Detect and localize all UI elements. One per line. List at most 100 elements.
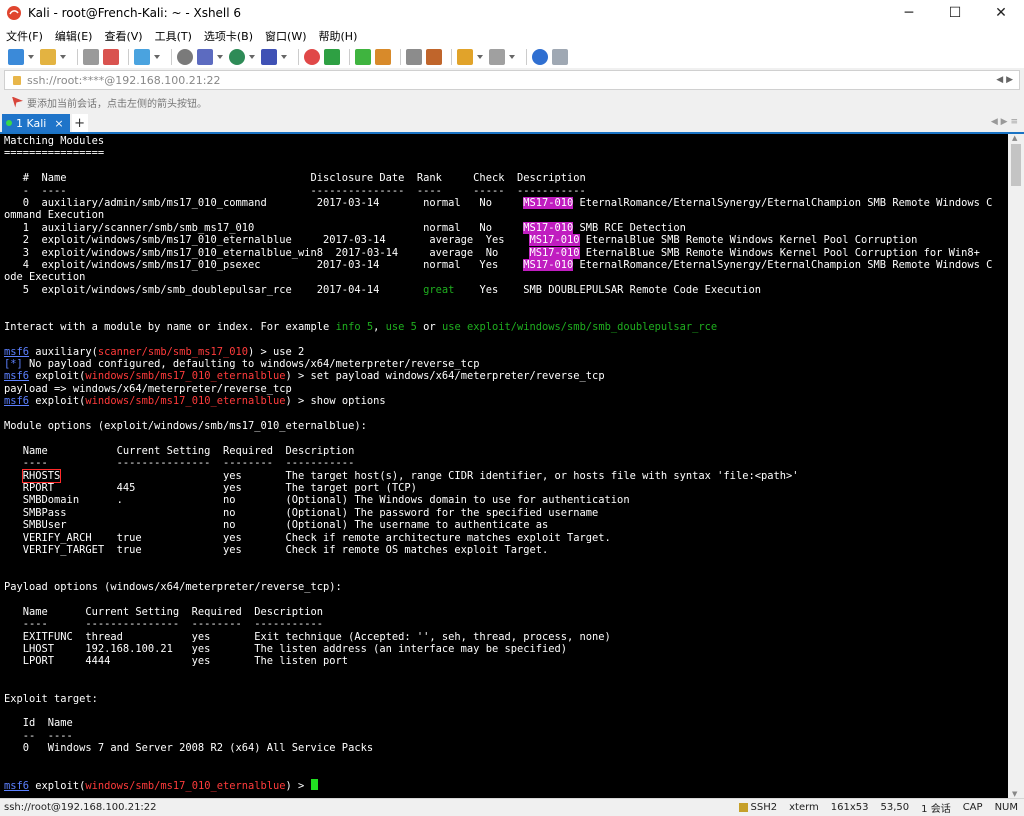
- dropdown-caret-icon[interactable]: [154, 55, 160, 59]
- xftp-icon[interactable]: [324, 49, 340, 65]
- menu-view[interactable]: 查看(V): [98, 28, 148, 44]
- maximize-button[interactable]: ☐: [932, 0, 978, 26]
- terminal-line: LHOST 192.168.100.21 yes The listen addr…: [0, 643, 1008, 655]
- keyboard-icon[interactable]: [406, 49, 422, 65]
- dropdown-caret-icon[interactable]: [281, 55, 287, 59]
- terminal-line: ---- --------------- -------- ----------…: [0, 457, 1008, 469]
- terminal-text: windows/smb/ms17_010_eternalblue: [85, 395, 286, 408]
- font-icon[interactable]: [261, 49, 277, 65]
- terminal-output[interactable]: Matching Modules ================ # Name …: [0, 134, 1008, 798]
- hint-text: 要添加当前会话，点击左侧的箭头按钮。: [27, 98, 207, 110]
- terminal-text: ode Execution: [4, 271, 86, 284]
- terminal-text: Name Current Setting Required Descriptio…: [4, 444, 355, 457]
- close-button[interactable]: ✕: [978, 0, 1024, 26]
- terminal-text: - ---- --------------- ---- ----- ------…: [4, 184, 586, 197]
- globe-icon[interactable]: [229, 49, 245, 65]
- dropdown-caret-icon[interactable]: [217, 55, 223, 59]
- toolbar-separator: [451, 49, 452, 65]
- terminal-line: msf6 exploit(windows/smb/ms17_010_eterna…: [0, 370, 1008, 382]
- menu-tabs[interactable]: 选项卡(B): [198, 28, 259, 44]
- terminal-text: ================: [4, 147, 105, 160]
- tab-nav-icon[interactable]: ◀ ▶ ≡: [991, 117, 1018, 127]
- layout-icon[interactable]: [489, 49, 505, 65]
- terminal-text: windows/smb/ms17_010_eternalblue: [85, 780, 286, 793]
- terminal-line: Id Name: [0, 717, 1008, 729]
- terminal-text: exploit(: [29, 395, 86, 408]
- arrow-pointer-icon[interactable]: [12, 96, 23, 108]
- chat-icon[interactable]: [552, 49, 568, 65]
- disconnect-icon[interactable]: [103, 49, 119, 65]
- terminal-text: Payload options (windows/x64/meterpreter…: [4, 581, 342, 594]
- scroll-up-icon[interactable]: ▲: [1012, 134, 1017, 142]
- scrollbar-thumb[interactable]: [1011, 144, 1021, 186]
- terminal-line: VERIFY_TARGET true yes Check if remote O…: [0, 544, 1008, 556]
- minimize-button[interactable]: ─: [886, 0, 932, 26]
- title-bar: Kali - root@French-Kali: ~ - Xshell 6 ─ …: [0, 0, 1024, 26]
- address-nav-icon[interactable]: ◀ ▶: [996, 75, 1013, 85]
- terminal-text: SMBUser no (Optional) The username to au…: [4, 519, 549, 532]
- menu-file[interactable]: 文件(F): [0, 28, 49, 44]
- lock-icon[interactable]: [375, 49, 391, 65]
- terminal-line: payload => windows/x64/meterpreter/rever…: [0, 383, 1008, 395]
- terminal-line: VERIFY_ARCH true yes Check if remote arc…: [0, 532, 1008, 544]
- menu-tools[interactable]: 工具(T): [149, 28, 198, 44]
- status-cursor-pos: 53,50: [880, 802, 910, 813]
- fullscreen-icon[interactable]: [355, 49, 371, 65]
- terminal-line: [*] No payload configured, defaulting to…: [0, 358, 1008, 370]
- dropdown-caret-icon[interactable]: [509, 55, 515, 59]
- dropdown-caret-icon[interactable]: [477, 55, 483, 59]
- terminal-text: EXITFUNC thread yes Exit technique (Acce…: [4, 630, 611, 643]
- terminal-text: use 5: [385, 320, 417, 333]
- terminal-text: -- ----: [4, 729, 73, 742]
- address-input[interactable]: ssh://root:****@192.168.100.21:22: [27, 74, 996, 87]
- script-icon[interactable]: [426, 49, 442, 65]
- tab-label: 1 Kali: [16, 116, 47, 130]
- terminal-text: msf6: [4, 780, 30, 793]
- terminal-text: RPORT 445 yes The target port (TCP): [4, 481, 417, 494]
- help-icon[interactable]: [532, 49, 548, 65]
- terminal-line: EXITFUNC thread yes Exit technique (Acce…: [0, 631, 1008, 643]
- add-tab-button[interactable]: +: [71, 114, 88, 132]
- compose-icon[interactable]: [457, 49, 473, 65]
- search-icon[interactable]: [177, 49, 193, 65]
- terminal-text: Id Name: [4, 717, 73, 730]
- open-folder-icon[interactable]: [40, 49, 56, 65]
- terminal-text: MS17-010: [523, 221, 574, 234]
- terminal-line: 4 exploit/windows/smb/ms17_010_psexec 20…: [0, 258, 1008, 271]
- terminal-text: Exploit target:: [4, 692, 98, 705]
- terminal-line: - ---- --------------- ---- ----- ------…: [0, 185, 1008, 197]
- menu-edit[interactable]: 编辑(E): [49, 28, 99, 44]
- dropdown-caret-icon[interactable]: [60, 55, 66, 59]
- dropdown-caret-icon[interactable]: [28, 55, 34, 59]
- terminal-text: 1 auxiliary/scanner/smb/smb_ms17_010 nor…: [4, 221, 524, 234]
- terminal-line: Exploit target:: [0, 693, 1008, 705]
- terminal-text: EternalRomance/EternalSynergy/EternalCha…: [573, 258, 993, 271]
- address-bar[interactable]: ssh://root:****@192.168.100.21:22 ◀ ▶: [4, 70, 1020, 90]
- status-sessions: 1 会话: [921, 804, 951, 815]
- lock-icon: [738, 803, 748, 812]
- terminal-text: Interact with a module by name or index.…: [4, 320, 336, 333]
- properties-icon[interactable]: [197, 49, 213, 65]
- terminal-line: msf6 exploit(windows/smb/ms17_010_eterna…: [0, 779, 1008, 793]
- dropdown-caret-icon[interactable]: [249, 55, 255, 59]
- reconnect-icon[interactable]: [134, 49, 150, 65]
- terminal-text: ommand Execution: [4, 209, 105, 222]
- terminal-line: Module options (exploit/windows/smb/ms17…: [0, 420, 1008, 432]
- tab-close-icon[interactable]: ×: [54, 117, 63, 130]
- terminal-line: ================: [0, 147, 1008, 159]
- new-session-icon[interactable]: [8, 49, 24, 65]
- vertical-scrollbar[interactable]: ▲ ▼: [1008, 134, 1024, 798]
- terminal-text: SMBPass no (Optional) The password for t…: [4, 506, 599, 519]
- cursor-block: [310, 779, 318, 791]
- toolbar-separator: [400, 49, 401, 65]
- link-icon[interactable]: [83, 49, 99, 65]
- scroll-down-icon[interactable]: ▼: [1012, 790, 1017, 798]
- xshell-icon[interactable]: [304, 49, 320, 65]
- tab-kali[interactable]: 1 Kali ×: [2, 114, 70, 132]
- menu-help[interactable]: 帮助(H): [313, 28, 364, 44]
- menu-window[interactable]: 窗口(W): [259, 28, 312, 44]
